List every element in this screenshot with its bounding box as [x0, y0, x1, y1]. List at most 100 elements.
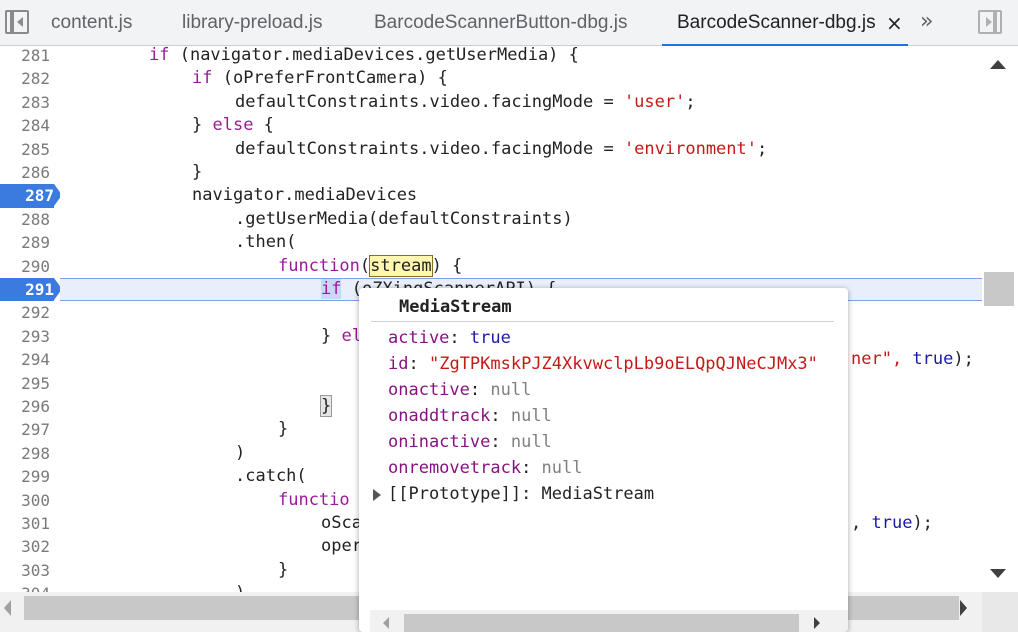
code-text: (oPreferFrontCamera) {: [212, 68, 448, 89]
property-key: [[Prototype]]: [388, 484, 522, 504]
property-key: onactive: [388, 380, 470, 400]
line-number[interactable]: 281: [0, 46, 50, 67]
property-onactive[interactable]: onactive: null: [388, 377, 531, 403]
code-line-287[interactable]: navigator.mediaDevices: [192, 184, 417, 207]
expand-triangle-icon[interactable]: [373, 489, 381, 501]
line-number[interactable]: 295: [0, 372, 50, 395]
line-number[interactable]: 297: [0, 418, 50, 441]
code-text: ;: [757, 138, 768, 159]
code-line-301[interactable]: oSca: [321, 512, 362, 535]
close-tab-icon[interactable]: ×: [886, 0, 903, 46]
property-oninactive[interactable]: oninactive: null: [388, 429, 552, 455]
code-line-285[interactable]: defaultConstraints.video.facingMode = 'e…: [235, 138, 767, 161]
scroll-right-arrow-icon[interactable]: [960, 600, 967, 616]
line-number[interactable]: 289: [0, 231, 50, 254]
breakpoint-marker[interactable]: 287: [0, 184, 60, 208]
editor-tab-bar: content.js library-preload.js BarcodeSca…: [0, 0, 1018, 46]
line-number[interactable]: 298: [0, 442, 50, 465]
property-key: onaddtrack: [388, 406, 491, 426]
tab-content-js[interactable]: content.js: [51, 0, 132, 46]
popover-divider: [371, 321, 834, 322]
code-text: );: [912, 513, 933, 533]
code-text: (: [359, 255, 371, 276]
tab-barcodescanner-dbg-js[interactable]: BarcodeScanner-dbg.js: [662, 0, 908, 46]
popover-horizontal-scrollbar[interactable]: [370, 610, 848, 632]
line-number[interactable]: 304: [0, 582, 50, 592]
line-number[interactable]: 303: [0, 559, 50, 582]
hovered-variable[interactable]: stream: [369, 254, 433, 277]
property-prototype[interactable]: [[Prototype]]: MediaStream: [388, 481, 654, 507]
scroll-down-arrow-icon[interactable]: [990, 569, 1006, 578]
property-value: null: [541, 458, 583, 478]
code-line-281[interactable]: if (navigator.mediaDevices.getUserMedia)…: [149, 46, 579, 67]
code-line-293[interactable]: } el: [321, 325, 362, 348]
code-line-283[interactable]: defaultConstraints.video.facingMode = 'u…: [235, 91, 696, 114]
code-text: defaultConstraints.video.facingMode =: [235, 91, 624, 112]
line-number[interactable]: 296: [0, 395, 50, 418]
popover-scroll-thumb[interactable]: [404, 614, 799, 632]
more-tabs-icon[interactable]: »: [920, 0, 933, 46]
code-text: );: [953, 349, 974, 370]
property-id[interactable]: id: "ZgTPKmskPJZ4XkvwclpLb9oELQpQJNeCJMx…: [388, 351, 818, 377]
line-number[interactable]: 302: [0, 535, 50, 558]
scroll-left-arrow-icon[interactable]: [383, 617, 389, 629]
line-number[interactable]: 288: [0, 208, 50, 231]
scroll-right-arrow-icon[interactable]: [814, 617, 820, 629]
line-number[interactable]: 282: [0, 67, 50, 90]
line-number[interactable]: 283: [0, 91, 50, 114]
code-line-288[interactable]: .getUserMedia(defaultConstraints): [235, 208, 573, 231]
line-number[interactable]: 285: [0, 138, 50, 161]
keyword: if: [192, 68, 213, 89]
line-number[interactable]: 284: [0, 114, 50, 137]
scroll-up-arrow-icon[interactable]: [990, 60, 1006, 69]
code-line-290[interactable]: function(stream) {: [278, 254, 462, 278]
boolean-literal: true: [871, 513, 913, 533]
vertical-scroll-thumb[interactable]: [984, 272, 1014, 306]
property-value: MediaStream: [541, 484, 655, 504]
property-onaddtrack[interactable]: onaddtrack: null: [388, 403, 552, 429]
property-key: onremovetrack: [388, 458, 522, 478]
code-line-302[interactable]: oper: [321, 535, 362, 558]
code-text: ;: [685, 91, 696, 112]
boolean-literal: true: [912, 349, 954, 370]
toggle-navigator-icon[interactable]: [5, 10, 29, 34]
property-onremovetrack[interactable]: onremovetrack: null: [388, 455, 583, 481]
property-active[interactable]: active: true: [388, 325, 511, 351]
code-line-284[interactable]: } else {: [192, 114, 274, 137]
object-preview-popover[interactable]: MediaStream active: true id: "ZgTPKmskPJ…: [359, 288, 848, 632]
tab-label: BarcodeScanner-dbg.js: [677, 12, 876, 33]
scrollbar-corner: [982, 592, 1018, 632]
toggle-debugger-icon[interactable]: [978, 10, 1002, 34]
code-line-300[interactable]: functio: [278, 489, 350, 512]
code-line-296[interactable]: }: [319, 395, 333, 418]
line-number-gutter[interactable]: 281 282 283 284 285 286 287 288 289 290 …: [0, 46, 60, 592]
line-number[interactable]: 286: [0, 161, 50, 184]
line-number: 291: [25, 280, 54, 299]
line-number[interactable]: 300: [0, 489, 50, 512]
string-literal: 'user': [623, 91, 686, 112]
line-number[interactable]: 294: [0, 348, 50, 371]
tab-library-preload-js[interactable]: library-preload.js: [182, 0, 322, 46]
code-text: }: [192, 115, 213, 136]
line-number[interactable]: 299: [0, 465, 50, 488]
breakpoint-marker[interactable]: 291: [0, 278, 60, 302]
line-number[interactable]: 292: [0, 301, 50, 324]
tab-barcodescannerbutton-dbg-js[interactable]: BarcodeScannerButton-dbg.js: [374, 0, 628, 46]
scroll-left-arrow-icon[interactable]: [4, 600, 11, 616]
code-line-297[interactable]: }: [278, 418, 288, 441]
code-line-282[interactable]: if (oPreferFrontCamera) {: [192, 67, 448, 90]
code-line-301-tail[interactable]: , true);: [851, 512, 933, 535]
code-line-289[interactable]: .then(: [235, 231, 296, 254]
vertical-scrollbar[interactable]: [982, 46, 1018, 592]
property-value: null: [510, 432, 552, 452]
code-line-303[interactable]: }: [278, 559, 288, 582]
string-literal: 'environment': [623, 138, 757, 159]
line-number[interactable]: 290: [0, 255, 50, 278]
code-line-286[interactable]: }: [192, 161, 202, 184]
code-line-304[interactable]: ): [235, 582, 245, 592]
line-number[interactable]: 293: [0, 325, 50, 348]
code-line-294[interactable]: ner", true);: [851, 348, 974, 371]
code-line-298[interactable]: ): [235, 442, 245, 465]
line-number[interactable]: 301: [0, 512, 50, 535]
code-line-299[interactable]: .catch(: [235, 465, 307, 488]
